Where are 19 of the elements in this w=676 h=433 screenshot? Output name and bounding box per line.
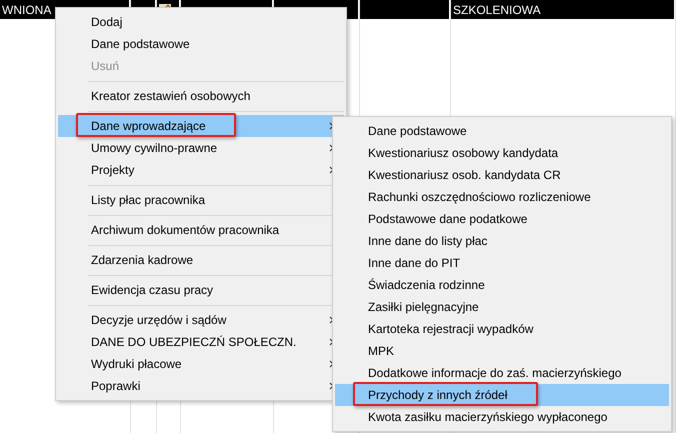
column-title: WNIONA (2, 2, 52, 16)
menu-item[interactable]: Inne dane do listy płac (335, 230, 669, 252)
column-title: SZKOLENIOWA (453, 2, 541, 16)
menu-item[interactable]: Przychody z innych źródeł (335, 384, 669, 406)
menu-item[interactable]: Dodatkowe informacje do zaś. macierzyńskiego (335, 362, 669, 384)
menu-item[interactable]: Kwestionariusz osobowy kandydata (335, 142, 669, 164)
menu-item[interactable]: Dodaj (58, 11, 344, 33)
menu-item[interactable]: Kartoteka rejestracji wypadków (335, 318, 669, 340)
menu-item[interactable]: Kwota zasiłku macierzyńskiego wypłaconego (335, 406, 669, 428)
menu-item[interactable]: Kreator zestawień osobowych (58, 85, 344, 107)
menu-item[interactable]: Dane wprowadzające (58, 115, 344, 137)
menu-item[interactable]: Zasiłki pielęgnacyjne (335, 296, 669, 318)
menu-item[interactable]: Inne dane do PIT (335, 252, 669, 274)
menu-item[interactable]: Kwestionariusz osob. kandydata CR (335, 164, 669, 186)
menu-item[interactable]: Podstawowe dane podatkowe (335, 208, 669, 230)
menu-item[interactable]: Świadczenia rodzinne (335, 274, 669, 296)
menu-item[interactable]: Dane podstawowe (58, 33, 344, 55)
menu-item[interactable]: Rachunki oszczędnościowo rozliczeniowe (335, 186, 669, 208)
menu-item[interactable]: MPK (335, 340, 669, 362)
